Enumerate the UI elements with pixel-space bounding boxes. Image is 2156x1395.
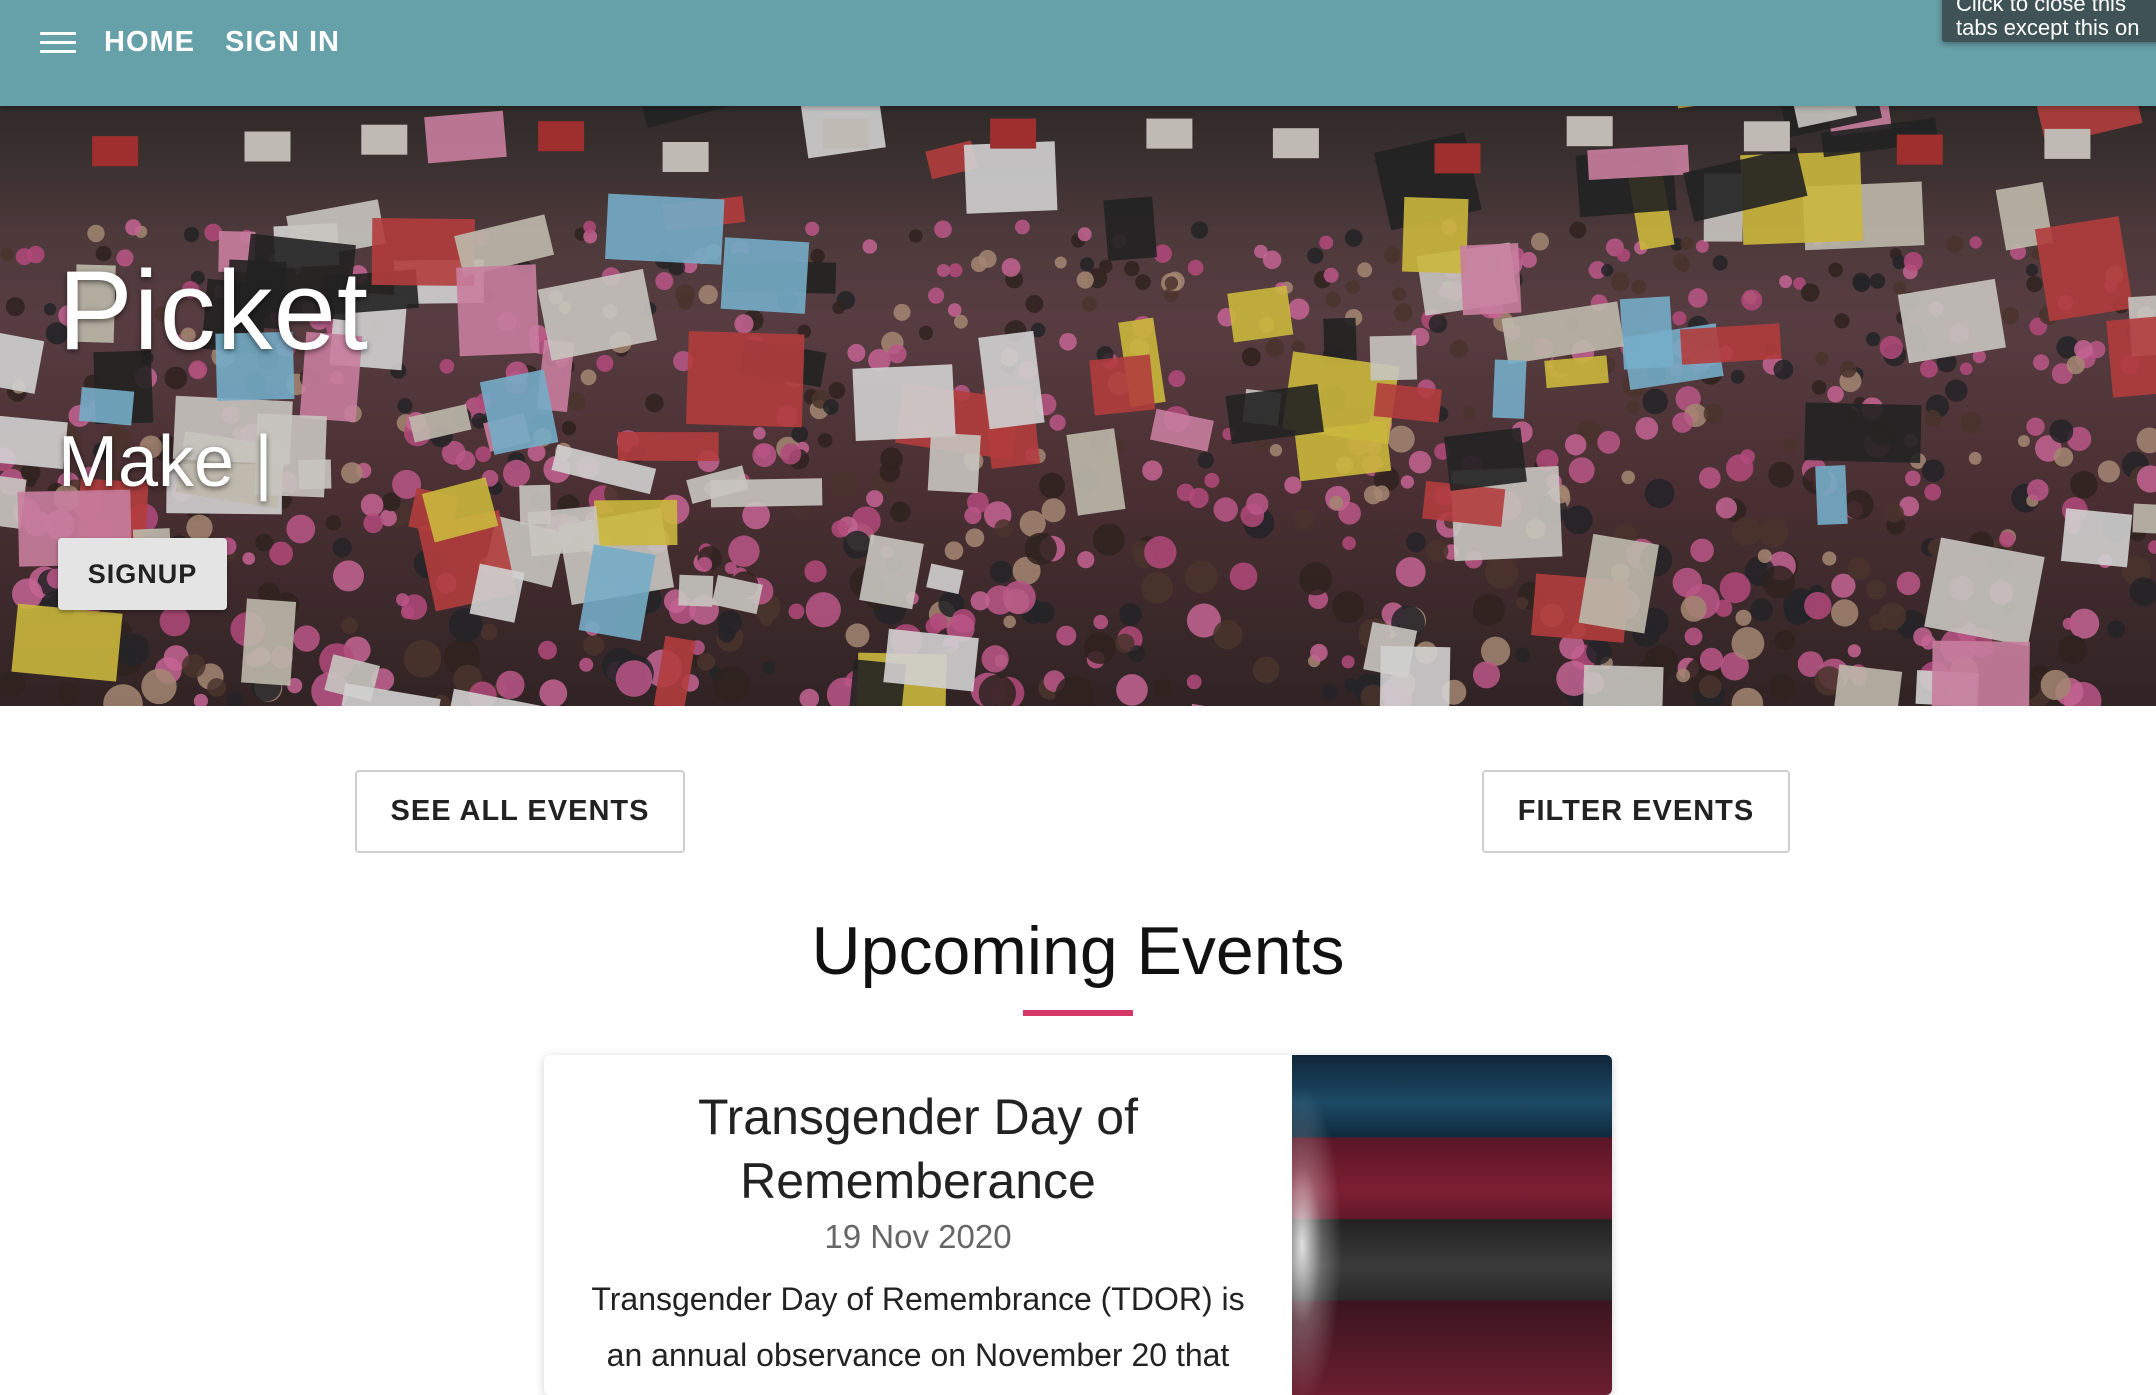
heading-underline bbox=[1023, 1010, 1133, 1016]
event-image[interactable] bbox=[1292, 1055, 1612, 1395]
see-all-events-button[interactable]: SEE ALL EVENTS bbox=[355, 770, 685, 853]
nav-signin-link[interactable]: SIGN IN bbox=[225, 24, 340, 60]
top-nav-bar: HOME SIGN IN Click to close this tabs ex… bbox=[0, 0, 2156, 106]
hero-banner: Picket Make | SIGNUP bbox=[0, 106, 2156, 706]
event-card-body: Transgender Day of Rememberance 19 Nov 2… bbox=[544, 1055, 1292, 1395]
filter-events-button[interactable]: FILTER EVENTS bbox=[1482, 770, 1790, 853]
protest-crowd-photo bbox=[0, 106, 2156, 706]
signup-button[interactable]: SIGNUP bbox=[58, 538, 227, 610]
nav-home-link[interactable]: HOME bbox=[104, 24, 195, 60]
event-date: 19 Nov 2020 bbox=[544, 1217, 1292, 1257]
event-description: Transgender Day of Remembrance (TDOR) is… bbox=[584, 1271, 1252, 1383]
hamburger-menu-icon[interactable] bbox=[40, 30, 76, 56]
hero-subtitle: Make | bbox=[58, 420, 273, 504]
hero-title: Picket bbox=[58, 246, 369, 376]
tooltip-line-1: Click to close this bbox=[1956, 0, 2156, 16]
tooltip-line-2: tabs except this on bbox=[1956, 16, 2156, 40]
event-card[interactable]: Transgender Day of Rememberance 19 Nov 2… bbox=[544, 1055, 1612, 1395]
close-tabs-tooltip: Click to close this tabs except this on bbox=[1942, 0, 2156, 42]
upcoming-events-heading: Upcoming Events bbox=[0, 910, 2156, 992]
event-title[interactable]: Transgender Day of Rememberance bbox=[584, 1085, 1252, 1213]
